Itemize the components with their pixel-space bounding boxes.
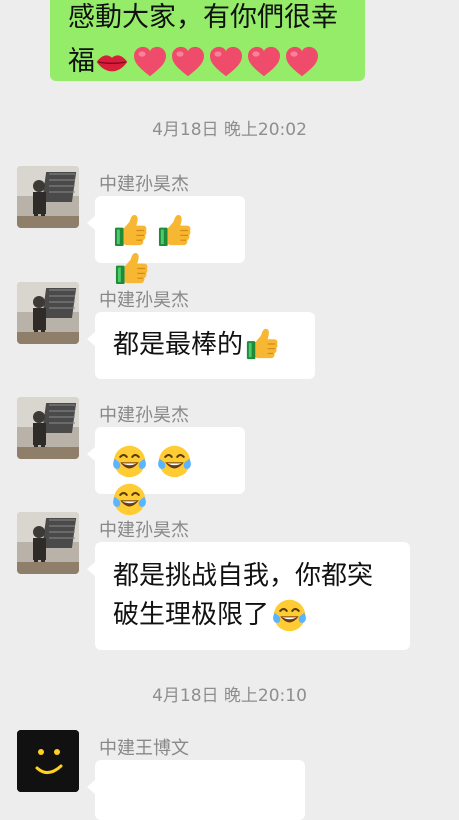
tears-of-joy-icon [271, 597, 308, 634]
tears-of-joy-icon [111, 443, 148, 480]
incoming-message-bubble[interactable] [87, 196, 245, 263]
chat-panel: 感動大家，有你們很幸 福 4月18日 晚上20:02 中建孙昊杰 中建孙昊杰 都… [0, 0, 459, 820]
thumbs-up-icon [245, 327, 279, 361]
incoming-message-bubble[interactable]: 都是最棒的 [87, 312, 315, 379]
lips-icon [95, 51, 129, 73]
sender-name: 中建孙昊杰 [99, 405, 189, 426]
outgoing-message-bubble[interactable]: 感動大家，有你們很幸 福 [50, 0, 365, 81]
avatar[interactable] [17, 397, 79, 459]
thumbs-up-icon [114, 251, 149, 286]
red-heart-icon [246, 46, 282, 78]
thumbs-up-icon [157, 213, 192, 248]
avatar[interactable] [17, 282, 79, 344]
sender-name: 中建孙昊杰 [99, 290, 189, 311]
message-text: 都是最棒的 [113, 330, 244, 360]
timestamp: 4月18日 晚上20:02 [152, 120, 307, 140]
red-heart-icon [170, 46, 206, 78]
sender-name: 中建孙昊杰 [99, 520, 189, 541]
red-heart-icon [284, 46, 320, 78]
red-heart-icon [132, 46, 168, 78]
incoming-message-bubble[interactable] [87, 427, 245, 494]
incoming-message-bubble[interactable]: 都是挑战自我，你都突 破生理极限了 [87, 542, 410, 650]
red-heart-icon [208, 46, 244, 78]
incoming-message-bubble[interactable] [87, 760, 305, 820]
timestamp: 4月18日 晚上20:10 [152, 686, 307, 706]
message-text-line: 都是挑战自我，你都突 [113, 561, 374, 591]
message-text-line: 破生理极限了 [113, 600, 270, 630]
sender-name: 中建王博文 [99, 738, 189, 759]
thumbs-up-icon [113, 213, 148, 248]
tears-of-joy-icon [111, 481, 148, 518]
message-text-line: 福 [68, 46, 95, 77]
sender-name: 中建孙昊杰 [99, 174, 189, 195]
message-text-line: 感動大家，有你們很幸 [68, 2, 338, 33]
tears-of-joy-icon [156, 443, 193, 480]
avatar[interactable] [17, 166, 79, 228]
avatar[interactable] [17, 512, 79, 574]
avatar[interactable] [17, 730, 79, 792]
